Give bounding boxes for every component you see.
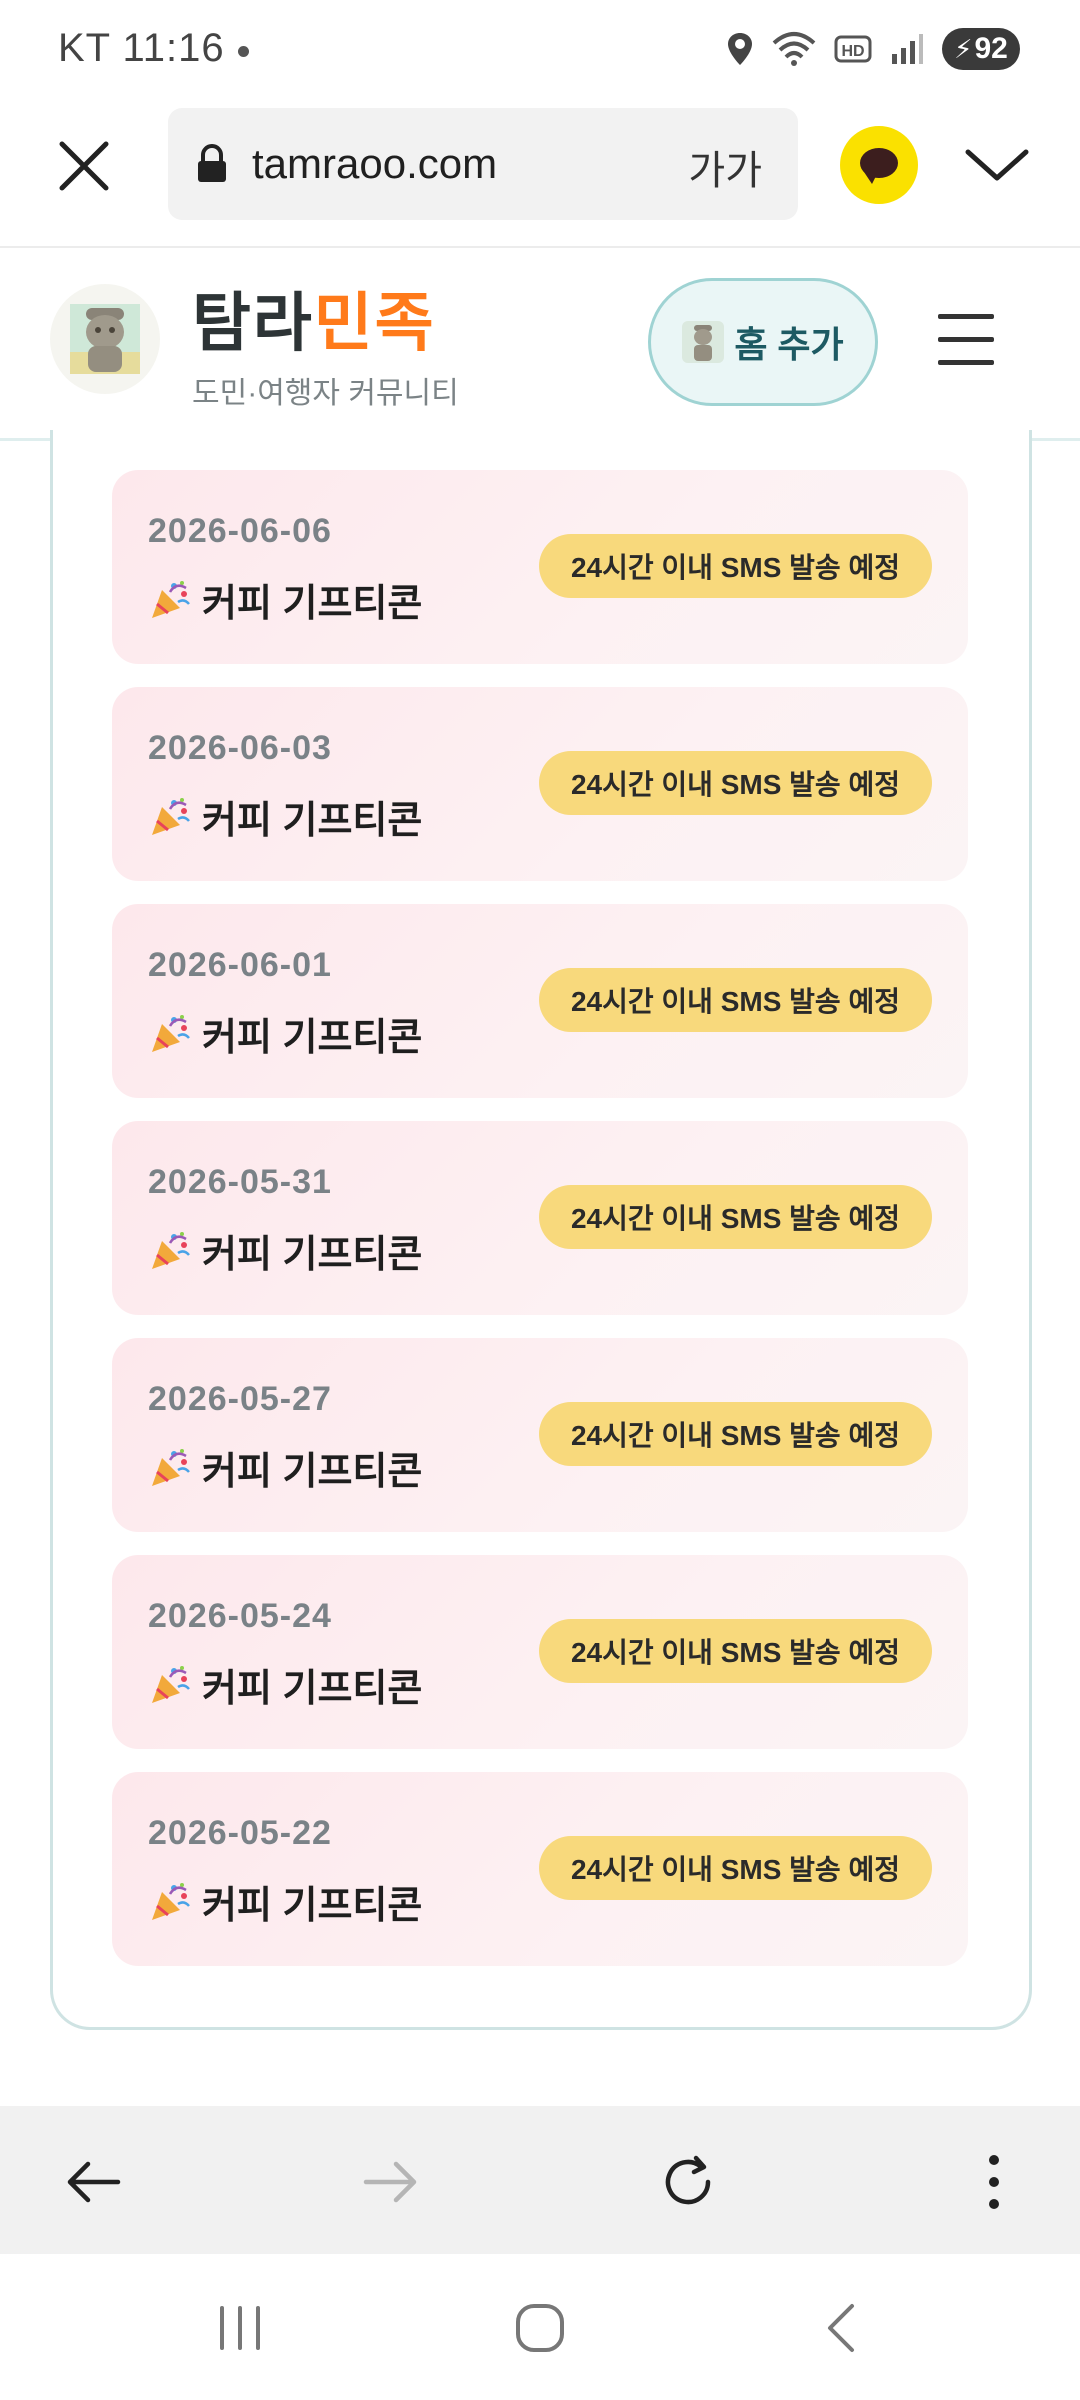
menu-line <box>938 314 994 319</box>
notification-dot <box>238 46 249 57</box>
forward-arrow-icon[interactable] <box>358 2150 422 2214</box>
item-title: 커피 기프티콘 <box>202 800 423 842</box>
browser-toolbar <box>0 2106 1080 2254</box>
item-title: 커피 기프티콘 <box>202 1017 423 1059</box>
status-badge: 24시간 이내 SMS 발송 예정 <box>538 1185 932 1249</box>
status-badge: 24시간 이내 SMS 발송 예정 <box>538 534 932 598</box>
kakaotalk-icon[interactable] <box>840 126 918 204</box>
party-popper-icon <box>152 1448 190 1486</box>
location-icon <box>728 33 752 65</box>
status-badge: 24시간 이내 SMS 발송 예정 <box>538 751 932 815</box>
menu-line <box>938 360 994 365</box>
item-date: 2026-05-27 <box>148 1380 332 1418</box>
site-header: 탐라민족 도민·여행자 커뮤니티 홈 추가 <box>0 248 1080 441</box>
item-title-row: 커피 기프티콘 <box>148 1657 422 1712</box>
carrier-label: KT <box>58 26 111 70</box>
status-bar: KT 11:16 HD ⚡ 92 <box>0 0 1080 100</box>
item-title: 커피 기프티콘 <box>202 1885 423 1927</box>
dol-hareubang-small-icon <box>682 321 725 363</box>
battery-charging-icon: ⚡ 92 <box>942 28 1020 70</box>
back-arrow-icon[interactable] <box>62 2150 126 2214</box>
signal-icon <box>892 34 923 64</box>
item-title-row: 커피 기프티콘 <box>148 1874 422 1929</box>
home-add-button[interactable]: 홈 추가 <box>648 278 878 406</box>
item-title-row: 커피 기프티콘 <box>148 1440 422 1495</box>
item-date: 2026-06-06 <box>148 512 332 550</box>
status-icons: HD ⚡ 92 <box>726 28 1020 70</box>
item-title: 커피 기프티콘 <box>202 1668 423 1710</box>
list-item[interactable]: 2026-06-01 커피 기프티콘 24시간 이내 SMS 발송 예정 <box>112 904 968 1098</box>
close-icon[interactable] <box>52 134 116 198</box>
brand-part-2: 민족 <box>313 287 436 359</box>
menu-line <box>938 337 994 342</box>
recent-apps-icon[interactable] <box>210 2298 270 2358</box>
hd-icon: HD <box>834 35 872 63</box>
list-item[interactable]: 2026-06-03 커피 기프티콘 24시간 이내 SMS 발송 예정 <box>112 687 968 881</box>
system-nav-bar <box>0 2254 1080 2400</box>
list-item[interactable]: 2026-05-27 커피 기프티콘 24시간 이내 SMS 발송 예정 <box>112 1338 968 1532</box>
item-date: 2026-05-24 <box>148 1597 332 1635</box>
brand-part-1: 탐라 <box>192 287 314 359</box>
party-popper-icon <box>152 1882 190 1920</box>
reload-icon[interactable] <box>656 2150 720 2214</box>
kakao-bubble-tail <box>864 172 878 184</box>
status-badge: 24시간 이내 SMS 발송 예정 <box>538 968 932 1032</box>
notification-list: 2026-06-06 커피 기프티콘 24시간 이내 SMS 발송 예정 202… <box>112 470 968 1989</box>
party-popper-icon <box>152 1665 190 1703</box>
text-size-button[interactable]: 가가 <box>688 138 762 196</box>
item-date: 2026-06-03 <box>148 729 332 767</box>
address-field[interactable]: tamraoo.com 가가 <box>168 108 798 220</box>
status-badge: 24시간 이내 SMS 발송 예정 <box>538 1619 932 1683</box>
nav-back-icon[interactable] <box>812 2298 872 2358</box>
item-title-row: 커피 기프티콘 <box>148 1223 422 1278</box>
item-title: 커피 기프티콘 <box>202 1451 423 1493</box>
svg-text:HD: HD <box>841 43 864 60</box>
tagline: 도민·여행자 커뮤니티 <box>192 377 459 410</box>
item-title-row: 커피 기프티콘 <box>148 789 422 844</box>
clock: 11:16 <box>122 26 225 70</box>
more-vert-icon[interactable] <box>962 2150 1026 2214</box>
status-badge: 24시간 이내 SMS 발송 예정 <box>538 1402 932 1466</box>
item-date: 2026-05-31 <box>148 1163 332 1201</box>
home-icon[interactable] <box>510 2298 570 2358</box>
party-popper-icon <box>152 797 190 835</box>
home-add-label: 홈 추가 <box>734 324 844 365</box>
party-popper-icon <box>152 580 190 618</box>
party-popper-icon <box>152 1231 190 1269</box>
item-title: 커피 기프티콘 <box>202 583 423 625</box>
item-title-row: 커피 기프티콘 <box>148 572 422 627</box>
browser-url-bar: tamraoo.com 가가 <box>0 100 1080 248</box>
list-item[interactable]: 2026-05-24 커피 기프티콘 24시간 이내 SMS 발송 예정 <box>112 1555 968 1749</box>
list-item[interactable]: 2026-05-31 커피 기프티콘 24시간 이내 SMS 발송 예정 <box>112 1121 968 1315</box>
battery-level: 92 <box>974 32 1008 65</box>
list-item[interactable]: 2026-05-22 커피 기프티콘 24시간 이내 SMS 발송 예정 <box>112 1772 968 1966</box>
dol-hareubang-icon <box>70 304 140 374</box>
item-title: 커피 기프티콘 <box>202 1234 423 1276</box>
brand-name[interactable]: 탐라민족 <box>192 272 436 364</box>
party-popper-icon <box>152 1014 190 1052</box>
item-title-row: 커피 기프티콘 <box>148 1006 422 1061</box>
hamburger-menu-icon[interactable] <box>938 314 994 366</box>
chevron-down-icon[interactable] <box>962 140 1032 190</box>
site-logo[interactable] <box>50 284 160 394</box>
lock-icon <box>198 144 226 182</box>
list-item[interactable]: 2026-06-06 커피 기프티콘 24시간 이내 SMS 발송 예정 <box>112 470 968 664</box>
status-badge: 24시간 이내 SMS 발송 예정 <box>538 1836 932 1900</box>
wifi-icon <box>772 32 816 66</box>
url-text: tamraoo.com <box>252 140 498 187</box>
status-carrier-time: KT 11:16 <box>58 26 225 71</box>
item-date: 2026-05-22 <box>148 1814 332 1852</box>
item-date: 2026-06-01 <box>148 946 332 984</box>
